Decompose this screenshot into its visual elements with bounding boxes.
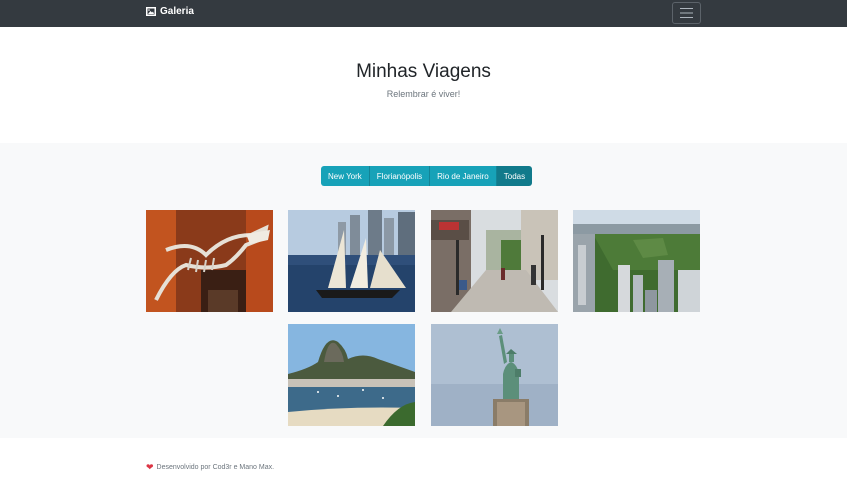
photo-pedestrian-street[interactable] — [431, 210, 558, 312]
gallery-section: New York Florianópolis Rio de Janeiro To… — [0, 143, 847, 438]
filter-new-york-button[interactable]: New York — [321, 166, 370, 186]
filter-florianopolis-button[interactable]: Florianópolis — [369, 166, 431, 186]
photo-statue-of-liberty[interactable] — [431, 324, 558, 426]
footer-credits: ❤ Desenvolvido por Cod3r e Mano Max. — [146, 463, 274, 472]
hamburger-icon — [680, 8, 693, 18]
brand-label: Galeria — [160, 6, 194, 17]
photo-dinosaur-skeleton[interactable] — [146, 210, 273, 312]
image-icon — [146, 7, 156, 16]
page-subtitle: Relembrar é viver! — [386, 89, 461, 99]
photo-central-park[interactable] — [573, 210, 700, 312]
footer: ❤ Desenvolvido por Cod3r e Mano Max. — [0, 438, 847, 491]
filter-rio-de-janeiro-button[interactable]: Rio de Janeiro — [430, 166, 497, 186]
filter-all-button[interactable]: Todas — [496, 166, 533, 186]
photo-sugarloaf-mountain[interactable] — [288, 324, 415, 426]
city-filter-group: New York Florianópolis Rio de Janeiro To… — [321, 166, 533, 186]
navbar: Galeria — [0, 0, 847, 27]
page-title: Minhas Viagens — [356, 61, 491, 82]
footer-text: Desenvolvido por Cod3r e Mano Max. — [156, 464, 275, 471]
heart-icon: ❤ — [146, 462, 154, 472]
brand-link[interactable]: Galeria — [146, 6, 194, 17]
navbar-toggler-button[interactable] — [672, 2, 701, 24]
hero-section: Minhas Viagens Relembrar é viver! — [0, 27, 847, 143]
photo-sailboat[interactable] — [288, 210, 415, 312]
